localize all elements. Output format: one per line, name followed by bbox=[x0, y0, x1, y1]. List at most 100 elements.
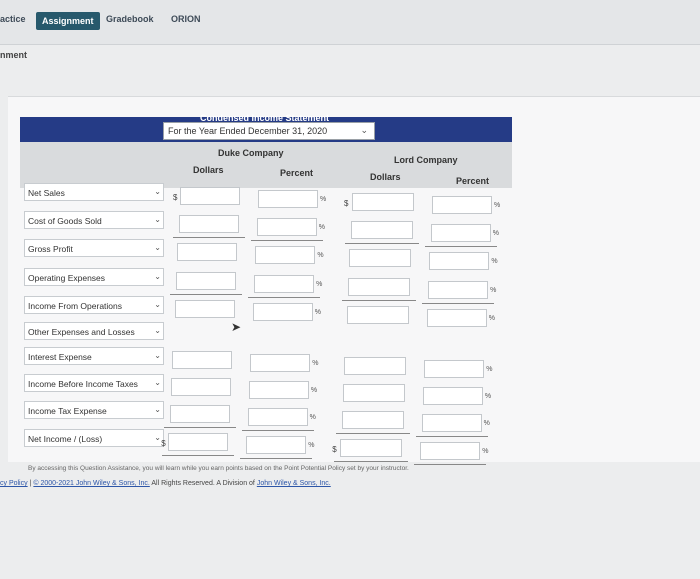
footer-legal: cy Policy | © 2000-2021 John Wiley & Son… bbox=[0, 480, 331, 487]
percent-sign: % bbox=[318, 224, 325, 231]
division-link[interactable]: John Wiley & Sons, Inc. bbox=[257, 480, 331, 487]
row-label-text: Income From Operations bbox=[28, 301, 123, 311]
row-label-text: Income Before Income Taxes bbox=[28, 379, 138, 389]
lord-percent-input[interactable] bbox=[429, 252, 490, 270]
lord-percent-input[interactable] bbox=[422, 387, 483, 405]
duke-percent-input[interactable] bbox=[246, 436, 307, 454]
lord-percent-input[interactable] bbox=[432, 196, 492, 214]
duke-dollars-input[interactable] bbox=[180, 187, 240, 205]
percent-sign: % bbox=[316, 281, 323, 288]
lord-dollars-input[interactable] bbox=[350, 221, 413, 239]
lord-percent-input[interactable] bbox=[430, 224, 491, 242]
row-label-select[interactable]: Other Expenses and Losses ⌄ bbox=[24, 322, 164, 340]
chevron-down-icon: ⌄ bbox=[154, 433, 161, 442]
lord-dollars-input[interactable] bbox=[348, 278, 411, 296]
lord-percent-input[interactable] bbox=[424, 360, 485, 378]
page-title: nment bbox=[0, 50, 27, 60]
underline bbox=[415, 436, 488, 437]
underline bbox=[250, 240, 323, 241]
duke-percent-input[interactable] bbox=[250, 354, 311, 372]
lord-dollars-input[interactable] bbox=[349, 249, 412, 267]
duke-dollars-input[interactable] bbox=[170, 378, 231, 396]
row-label-select[interactable]: Income From Operations ⌄ bbox=[24, 296, 164, 314]
lord-dollars-header: Dollars bbox=[370, 172, 401, 182]
period-dropdown[interactable]: For the Year Ended December 31, 2020 ⌄ bbox=[163, 122, 375, 140]
company-duke-label: Duke Company bbox=[218, 148, 284, 158]
tab-gradebook[interactable]: Gradebook bbox=[106, 14, 154, 24]
duke-dollars-input[interactable] bbox=[177, 243, 238, 261]
row-label-text: Gross Profit bbox=[28, 244, 73, 254]
underline bbox=[240, 458, 313, 459]
duke-percent-input[interactable] bbox=[252, 303, 313, 321]
row-label-select[interactable]: Net Income / (Loss) ⌄ bbox=[24, 429, 164, 447]
row-label-text: Other Expenses and Losses bbox=[28, 327, 135, 337]
chevron-down-icon: ⌄ bbox=[154, 300, 161, 309]
row-label-select[interactable]: Cost of Goods Sold ⌄ bbox=[24, 211, 164, 229]
percent-sign: % bbox=[309, 414, 316, 421]
chevron-down-icon: ⌄ bbox=[154, 351, 161, 360]
lord-percent-input[interactable] bbox=[428, 281, 489, 299]
underline bbox=[162, 455, 235, 456]
duke-dollars-input[interactable] bbox=[178, 215, 239, 233]
duke-dollars-input[interactable] bbox=[172, 351, 233, 369]
chevron-down-icon: ⌄ bbox=[154, 405, 161, 414]
underline bbox=[344, 243, 419, 244]
percent-sign: % bbox=[490, 287, 497, 294]
underline bbox=[335, 433, 410, 434]
row-label-select[interactable]: Gross Profit ⌄ bbox=[24, 239, 164, 257]
row-label-select[interactable]: Interest Expense ⌄ bbox=[24, 347, 164, 365]
percent-sign: % bbox=[482, 448, 489, 455]
period-dropdown-value: For the Year Ended December 31, 2020 bbox=[168, 126, 328, 136]
tab-assignment[interactable]: Assignment bbox=[36, 12, 100, 30]
duke-dollars-input[interactable] bbox=[176, 272, 237, 290]
percent-sign: % bbox=[492, 230, 499, 237]
footer-separator: | bbox=[29, 480, 32, 487]
row-label-select[interactable]: Operating Expenses ⌄ bbox=[24, 268, 164, 286]
duke-dollars-input[interactable] bbox=[174, 300, 235, 318]
duke-percent-input[interactable] bbox=[254, 275, 315, 293]
underline bbox=[241, 430, 314, 431]
tab-orion[interactable]: ORION bbox=[171, 14, 201, 24]
lord-percent-input[interactable] bbox=[421, 414, 482, 432]
lord-dollars-input[interactable] bbox=[346, 306, 409, 324]
lord-percent-input[interactable] bbox=[420, 442, 481, 460]
top-navigation: actice Assignment Gradebook ORION bbox=[0, 0, 700, 45]
duke-percent-input[interactable] bbox=[248, 381, 309, 399]
lord-dollars-input[interactable] bbox=[340, 439, 403, 457]
percent-sign: % bbox=[486, 366, 493, 373]
underline bbox=[172, 237, 245, 238]
percent-sign: % bbox=[488, 315, 496, 322]
underline bbox=[170, 294, 243, 295]
copyright-link[interactable]: © 2000-2021 John Wiley & Sons, Inc. bbox=[33, 480, 149, 487]
lord-dollars-input[interactable] bbox=[341, 411, 404, 429]
mouse-cursor-icon: ➤ bbox=[231, 320, 242, 334]
underline bbox=[163, 427, 236, 428]
lord-dollars-input[interactable] bbox=[342, 384, 405, 402]
privacy-policy-link[interactable]: cy Policy bbox=[0, 480, 28, 487]
duke-dollars-header: Dollars bbox=[193, 165, 224, 175]
row-label-text: Net Income / (Loss) bbox=[28, 434, 103, 444]
lord-dollars-input[interactable] bbox=[344, 357, 407, 375]
row-label-select[interactable]: Net Sales ⌄ bbox=[24, 183, 164, 201]
underline bbox=[342, 300, 417, 301]
duke-percent-input[interactable] bbox=[247, 408, 308, 426]
percent-sign: % bbox=[483, 420, 490, 427]
duke-dollars-input[interactable] bbox=[169, 405, 230, 423]
company-lord-label: Lord Company bbox=[394, 155, 458, 165]
row-label-select[interactable]: Income Tax Expense ⌄ bbox=[24, 401, 164, 419]
duke-percent-input[interactable] bbox=[258, 190, 318, 208]
chevron-down-icon: ⌄ bbox=[154, 272, 161, 281]
chevron-down-icon: ⌄ bbox=[154, 378, 161, 387]
row-label-text: Operating Expenses bbox=[28, 273, 106, 283]
duke-percent-input[interactable] bbox=[256, 218, 317, 236]
row-label-text: Interest Expense bbox=[28, 352, 92, 362]
duke-percent-input[interactable] bbox=[255, 246, 316, 264]
chevron-down-icon: ⌄ bbox=[154, 326, 161, 335]
percent-sign: % bbox=[491, 258, 498, 265]
row-label-select[interactable]: Income Before Income Taxes ⌄ bbox=[24, 374, 164, 392]
lord-percent-input[interactable] bbox=[426, 309, 487, 327]
duke-dollars-input[interactable] bbox=[168, 433, 229, 451]
tab-practice[interactable]: actice bbox=[0, 14, 26, 24]
lord-dollars-input[interactable] bbox=[352, 193, 414, 211]
underline bbox=[414, 464, 487, 465]
